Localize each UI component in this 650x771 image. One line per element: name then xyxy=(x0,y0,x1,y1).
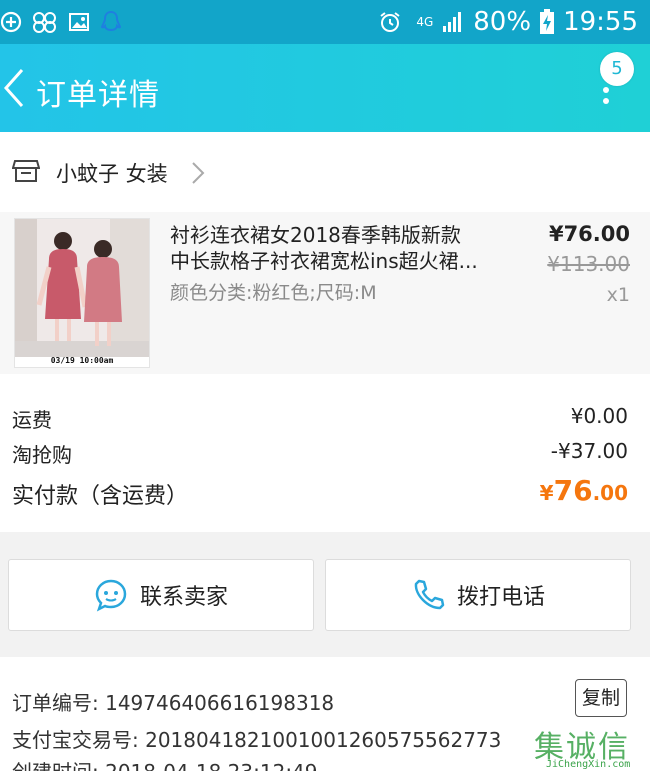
flower-icon xyxy=(33,12,56,33)
order-item[interactable]: 03/19 10:00am 衬衫连衣裙女2018春季韩版新款 中长款格子衬衣裙宽… xyxy=(0,212,650,374)
status-left-icons xyxy=(0,8,122,36)
copy-button[interactable]: 复制 xyxy=(575,679,627,717)
paid-integer: 76 xyxy=(553,474,593,507)
paid-decimal: .00 xyxy=(592,481,628,505)
network-type: 4G xyxy=(416,14,434,29)
product-thumbnail[interactable]: 03/19 10:00am xyxy=(14,218,150,368)
product-title-line2: 中长款格子衬衣裙宽松ins超火裙... xyxy=(170,249,478,273)
store-icon xyxy=(12,160,40,182)
paid-row: 实付款（含运费） ¥76.00 xyxy=(12,474,628,510)
discount-label: 淘抢购 xyxy=(12,443,72,467)
phone-icon xyxy=(414,579,445,610)
top-nav-bar: 订单详情 5 xyxy=(0,44,650,132)
page-title: 订单详情 xyxy=(36,78,160,113)
message-badge[interactable]: 5 xyxy=(600,52,634,86)
paid-currency: ¥ xyxy=(539,481,554,505)
contact-seller-button[interactable]: 联系卖家 xyxy=(8,559,314,631)
price-summary: 运费 ¥0.00 淘抢购 -¥37.00 实付款（含运费） ¥76.00 xyxy=(0,374,650,532)
shipping-value: ¥0.00 xyxy=(570,404,628,428)
order-number: 订单编号: 149746406616198318 xyxy=(12,691,335,715)
shipping-label: 运费 xyxy=(12,408,52,432)
battery-charging-icon xyxy=(540,9,555,34)
shipping-row: 运费 ¥0.00 xyxy=(12,404,628,433)
clock: 19:55 xyxy=(563,7,638,37)
product-quantity: x1 xyxy=(606,284,630,306)
alarm-clock-icon xyxy=(380,12,400,32)
product-title-line1: 衬衫连衣裙女2018春季韩版新款 xyxy=(170,223,461,247)
discount-row: 淘抢购 -¥37.00 xyxy=(12,439,628,468)
created-time: 创建时间: 2018-04-18 23:12:49 xyxy=(12,756,318,771)
status-right: 4G 80% 19:55 xyxy=(378,6,638,38)
product-price: ¥76.00 xyxy=(548,222,630,246)
call-phone-button[interactable]: 拨打电话 xyxy=(325,559,631,631)
discount-value: -¥37.00 xyxy=(550,439,628,463)
paid-label: 实付款（含运费） xyxy=(12,484,189,509)
battery-percent: 80% xyxy=(473,7,532,37)
thumbnail-timestamp: 03/19 10:00am xyxy=(50,356,114,365)
shop-name: 小蚊子 女装 xyxy=(56,162,168,186)
more-vertical-icon[interactable] xyxy=(594,84,618,118)
chevron-right-icon xyxy=(192,162,205,184)
status-bar: 4G 80% 19:55 xyxy=(0,0,650,44)
product-title: 衬衫连衣裙女2018春季韩版新款 中长款格子衬衣裙宽松ins超火裙... xyxy=(170,222,500,274)
shop-row[interactable]: 小蚊子 女装 xyxy=(0,132,650,212)
paid-amount: ¥76.00 xyxy=(540,474,628,507)
back-chevron-icon[interactable] xyxy=(0,66,30,110)
chat-bubble-icon xyxy=(95,579,127,612)
signal-icon xyxy=(443,12,462,32)
watermark: 集诚信 JiChengXin.com xyxy=(534,722,650,771)
original-price: ¥113.00 xyxy=(547,252,630,276)
watermark-url: JiChengXin.com xyxy=(546,759,631,770)
qq-penguin-icon xyxy=(100,10,122,32)
call-phone-label: 拨打电话 xyxy=(456,585,545,610)
add-circle-icon xyxy=(0,11,22,33)
image-icon xyxy=(69,13,89,31)
product-photo xyxy=(15,219,149,367)
contact-seller-label: 联系卖家 xyxy=(139,585,228,610)
product-sku: 颜色分类:粉红色;尺码:M xyxy=(170,282,377,304)
alipay-transaction-number: 支付宝交易号: 2018041821001001260575562773 xyxy=(12,728,502,752)
